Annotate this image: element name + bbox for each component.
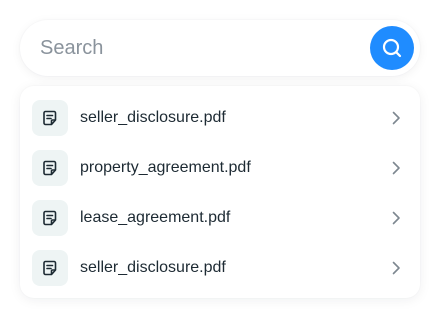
result-item[interactable]: seller_disclosure.pdf xyxy=(20,93,420,143)
chevron-right-icon xyxy=(392,261,400,275)
document-icon xyxy=(32,200,68,236)
result-item[interactable]: property_agreement.pdf xyxy=(20,143,420,193)
search-button[interactable] xyxy=(370,26,414,70)
document-icon xyxy=(32,150,68,186)
chevron-right-icon xyxy=(392,211,400,225)
result-item[interactable]: seller_disclosure.pdf xyxy=(20,243,420,293)
chevron-right-icon xyxy=(392,161,400,175)
chevron-right-icon xyxy=(392,111,400,125)
search-results-list: seller_disclosure.pdf property_agreement… xyxy=(20,86,420,298)
file-name: lease_agreement.pdf xyxy=(80,209,231,226)
result-item[interactable]: lease_agreement.pdf xyxy=(20,193,420,243)
file-name: property_agreement.pdf xyxy=(80,159,251,176)
document-icon xyxy=(32,250,68,286)
document-icon xyxy=(32,100,68,136)
search-bar xyxy=(20,20,420,76)
file-name: seller_disclosure.pdf xyxy=(80,259,226,276)
search-icon xyxy=(382,38,402,58)
file-name: seller_disclosure.pdf xyxy=(80,109,226,126)
search-input[interactable] xyxy=(40,28,360,68)
